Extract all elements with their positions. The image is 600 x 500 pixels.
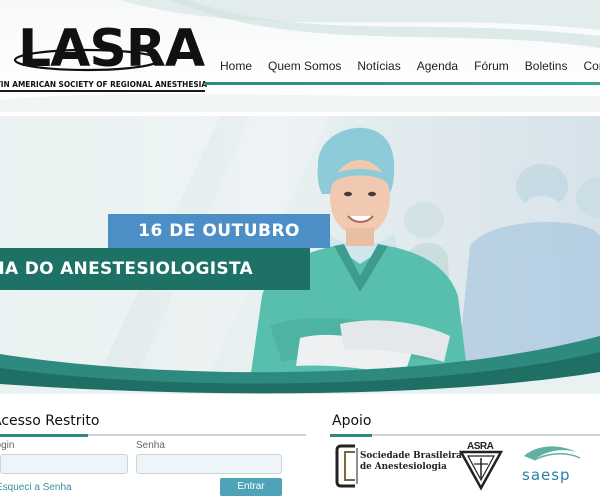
logo-wordmark: LASRA	[18, 19, 205, 79]
sponsor-saesp-logo[interactable]: saesp	[520, 442, 600, 492]
nav-item-home[interactable]: Home	[212, 56, 260, 76]
saesp-swoosh-icon	[524, 446, 581, 461]
logo-underline	[0, 90, 205, 92]
sponsors-panel: Apoio Sociedade Brasileira de Anestesiol…	[330, 412, 600, 500]
nav-item-agenda[interactable]: Agenda	[409, 56, 466, 76]
sba-name: Sociedade Brasileira de Anestesiologia	[360, 451, 462, 472]
lasra-logo[interactable]: LASRA LATIN AMERICAN SOCIETY OF REGIONAL…	[0, 14, 208, 94]
main-nav: Home Quem Somos Notícias Agenda Fórum Bo…	[212, 56, 600, 76]
event-title-badge: DIA DO ANESTESIOLOGISTA	[0, 248, 310, 290]
password-label: Senha	[136, 440, 165, 451]
login-submit-button[interactable]: Entrar	[220, 478, 282, 496]
sponsor-sba-logo[interactable]: Sociedade Brasileira de Anestesiologia	[335, 442, 462, 490]
logo-tagline: LATIN AMERICAN SOCIETY OF REGIONAL ANEST…	[0, 79, 208, 89]
password-input[interactable]	[136, 454, 282, 474]
sponsors-accent	[330, 434, 372, 437]
nav-underline	[205, 82, 600, 85]
login-label: Login	[0, 440, 15, 451]
forgot-password-link[interactable]: Esqueci a Senha	[0, 482, 72, 493]
nav-item-forum[interactable]: Fórum	[466, 56, 517, 76]
hero-banner[interactable]: 16 DE OUTUBRO DIA DO ANESTESIOLOGISTA	[0, 116, 600, 394]
asra-name: ASRA	[467, 441, 494, 452]
nav-item-noticias[interactable]: Notícias	[349, 56, 408, 76]
restricted-access-title: Acesso Restrito	[0, 413, 100, 429]
nav-item-contato[interactable]: Contato	[575, 56, 600, 76]
event-title-text: DIA DO ANESTESIOLOGISTA	[0, 259, 253, 279]
event-date-badge: 16 DE OUTUBRO	[108, 214, 330, 248]
nav-item-boletins[interactable]: Boletins	[517, 56, 576, 76]
login-input[interactable]	[0, 454, 128, 474]
saesp-name: saesp	[522, 466, 571, 484]
site-header: LASRA LATIN AMERICAN SOCIETY OF REGIONAL…	[0, 0, 600, 112]
nav-item-quem-somos[interactable]: Quem Somos	[260, 56, 349, 76]
sponsors-title: Apoio	[332, 413, 372, 429]
restricted-access-accent	[0, 434, 88, 437]
sba-emblem-icon	[335, 444, 358, 488]
sponsor-asra-logo[interactable]: ASRA	[458, 438, 504, 494]
